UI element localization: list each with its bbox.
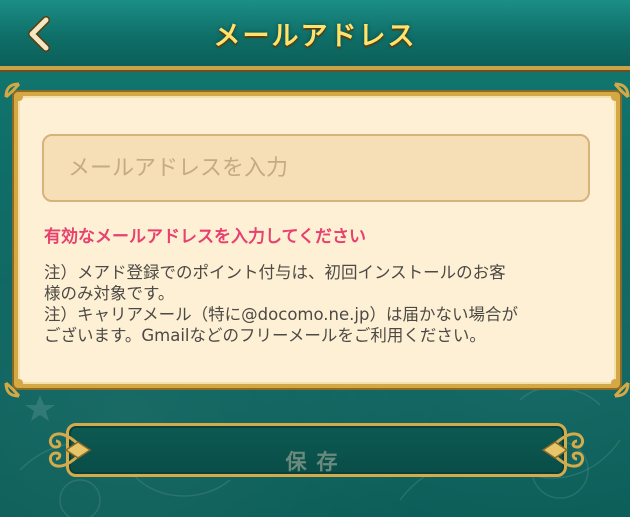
left-ornament-icon (48, 432, 92, 468)
save-button-label: 保存 (285, 450, 348, 474)
save-button[interactable]: 保存 (44, 417, 589, 483)
email-panel: 有効なメールアドレスを入力してください 注）メアド登録でのポイント付与は、初回イ… (4, 82, 630, 398)
corner-ornament-icon (4, 379, 23, 398)
page-title: メールアドレス (213, 21, 417, 52)
note-line: 注）キャリアメール（特に@docomo.ne.jp）は届かない場合が (44, 305, 518, 324)
error-message: 有効なメールアドレスを入力してください (44, 227, 366, 247)
corner-ornament-icon (611, 82, 630, 101)
corner-ornament-icon (611, 379, 630, 398)
note-line: ございます。Gmailなどのフリーメールをご利用ください。 (44, 326, 486, 345)
header-bar: メールアドレス (0, 0, 630, 70)
corner-ornament-icon (4, 82, 23, 101)
note-line: 様のみ対象です。 (44, 284, 175, 303)
note-line: 注）メアド登録でのポイント付与は、初回インストールのお客 (44, 263, 506, 282)
email-input[interactable] (42, 134, 590, 202)
right-ornament-icon (541, 432, 585, 468)
save-button-body[interactable]: 保存 (66, 423, 567, 477)
